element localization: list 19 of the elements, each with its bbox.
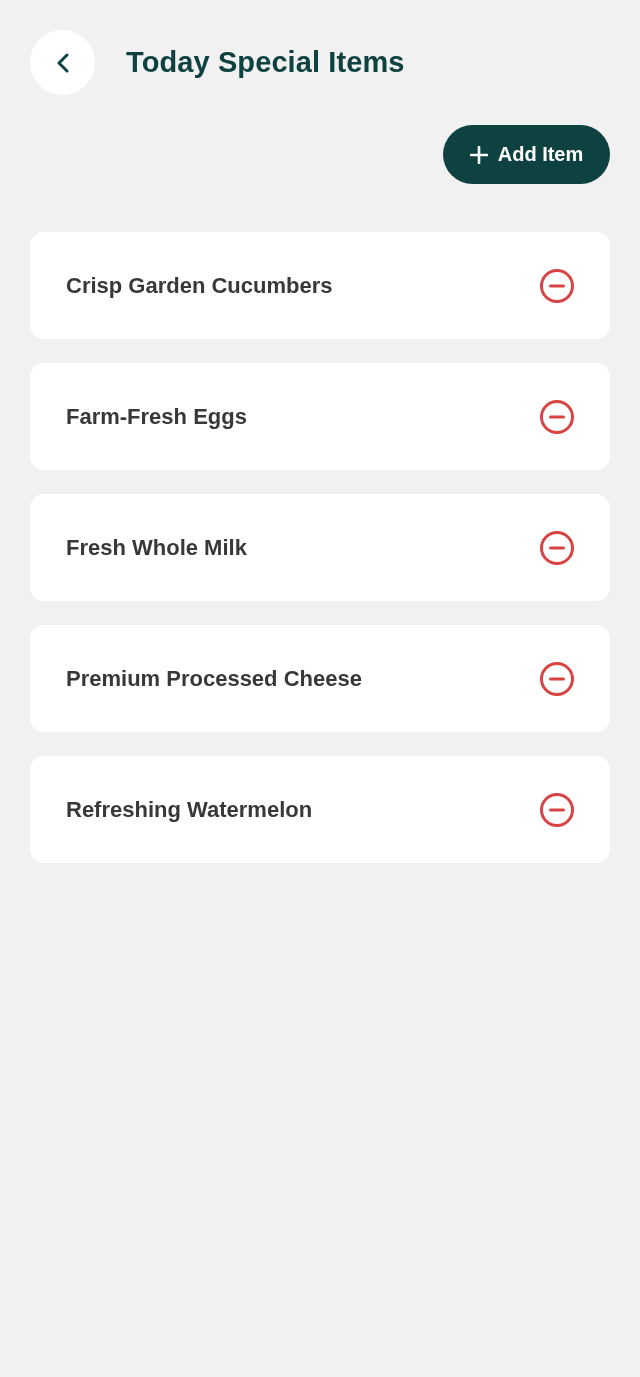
add-item-button[interactable]: Add Item [443,125,610,184]
minus-circle-icon [540,530,574,565]
minus-circle-icon [540,268,574,303]
remove-button[interactable] [540,661,574,696]
remove-button[interactable] [540,268,574,303]
remove-button[interactable] [540,792,574,827]
back-chevron-icon [56,52,69,73]
minus-circle-icon [540,792,574,827]
page-title: Today Special Items [126,46,405,79]
item-name: Fresh Whole Milk [66,534,247,561]
item-name: Refreshing Watermelon [66,796,313,823]
minus-circle-icon [540,661,574,696]
remove-button[interactable] [540,530,574,565]
item-name: Crisp Garden Cucumbers [66,272,333,299]
remove-button[interactable] [540,399,574,434]
item-name: Premium Processed Cheese [66,665,362,692]
minus-circle-icon [540,399,574,434]
plus-icon [469,145,488,164]
item-name: Farm-Fresh Eggs [66,403,247,430]
